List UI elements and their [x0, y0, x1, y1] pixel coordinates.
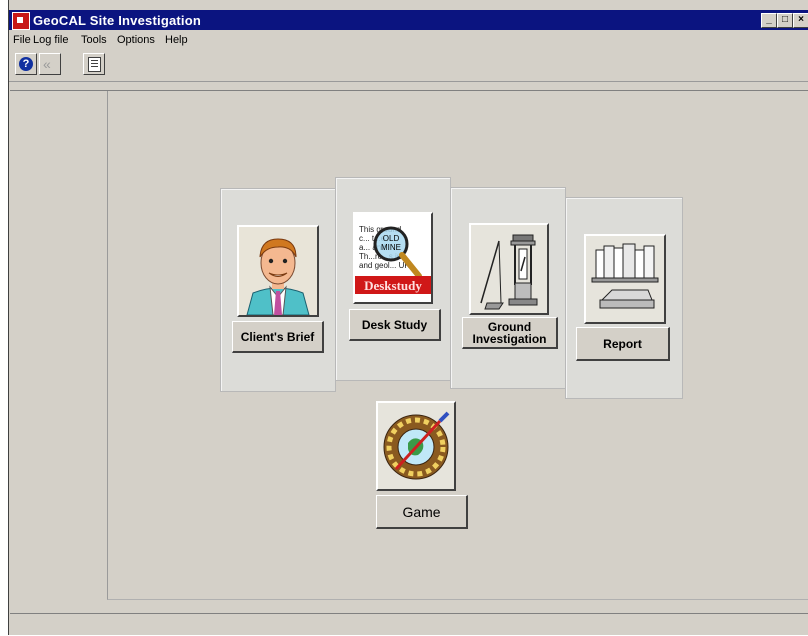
back-icon: «	[43, 56, 51, 72]
back-button[interactable]: «	[39, 53, 61, 75]
menu-tools[interactable]: Tools	[81, 34, 107, 46]
toolbar: ? «	[9, 51, 808, 82]
report-button[interactable]: Report	[576, 327, 670, 361]
desk-study-banner: Deskstudy	[364, 278, 422, 293]
clients-brief-icon-button[interactable]	[237, 225, 319, 317]
status-bar	[10, 613, 808, 636]
question-icon: ?	[19, 57, 33, 71]
minimize-button[interactable]: _	[761, 13, 777, 28]
svg-text:OLD: OLD	[383, 234, 400, 243]
menu-options[interactable]: Options	[117, 34, 155, 46]
svg-text:MINE: MINE	[381, 243, 401, 252]
window-title: GeoCAL Site Investigation	[33, 13, 202, 28]
app-window: GeoCAL Site Investigation _ □ × File Log…	[8, 0, 808, 635]
clients-brief-button[interactable]: Client's Brief	[232, 321, 324, 353]
close-button[interactable]: ×	[793, 13, 808, 28]
report-icon-button[interactable]	[584, 234, 666, 324]
maximize-button[interactable]: □	[777, 13, 793, 28]
client-portrait-icon	[239, 227, 317, 315]
menu-log-file[interactable]: Log file	[33, 34, 68, 46]
desk-study-button[interactable]: Desk Study	[349, 309, 441, 341]
desk-study-icon: This ground c... t...e a... and Th...ro.…	[355, 214, 431, 302]
menu-file[interactable]: File	[13, 34, 31, 46]
app-icon[interactable]	[12, 12, 30, 30]
ground-investigation-button[interactable]: Ground Investigation	[462, 317, 558, 349]
title-bar[interactable]: GeoCAL Site Investigation _ □ ×	[9, 10, 808, 30]
desk-study-icon-button[interactable]: This ground c... t...e a... and Th...ro.…	[353, 212, 433, 304]
game-icon-button[interactable]	[376, 401, 456, 491]
game-button[interactable]: Game	[376, 495, 468, 529]
list-icon	[88, 57, 101, 72]
svg-text:and geol... UK: and geol... UK	[359, 261, 410, 270]
report-books-icon	[586, 236, 664, 322]
menu-help[interactable]: Help	[165, 34, 188, 46]
menu-bar: File Log file Tools Options Help	[9, 31, 808, 49]
ground-investigation-icon-button[interactable]	[469, 223, 549, 315]
dartboard-icon	[378, 403, 454, 489]
list-button[interactable]	[83, 53, 105, 75]
drilling-rig-icon	[471, 225, 547, 313]
help-button[interactable]: ?	[15, 53, 37, 75]
